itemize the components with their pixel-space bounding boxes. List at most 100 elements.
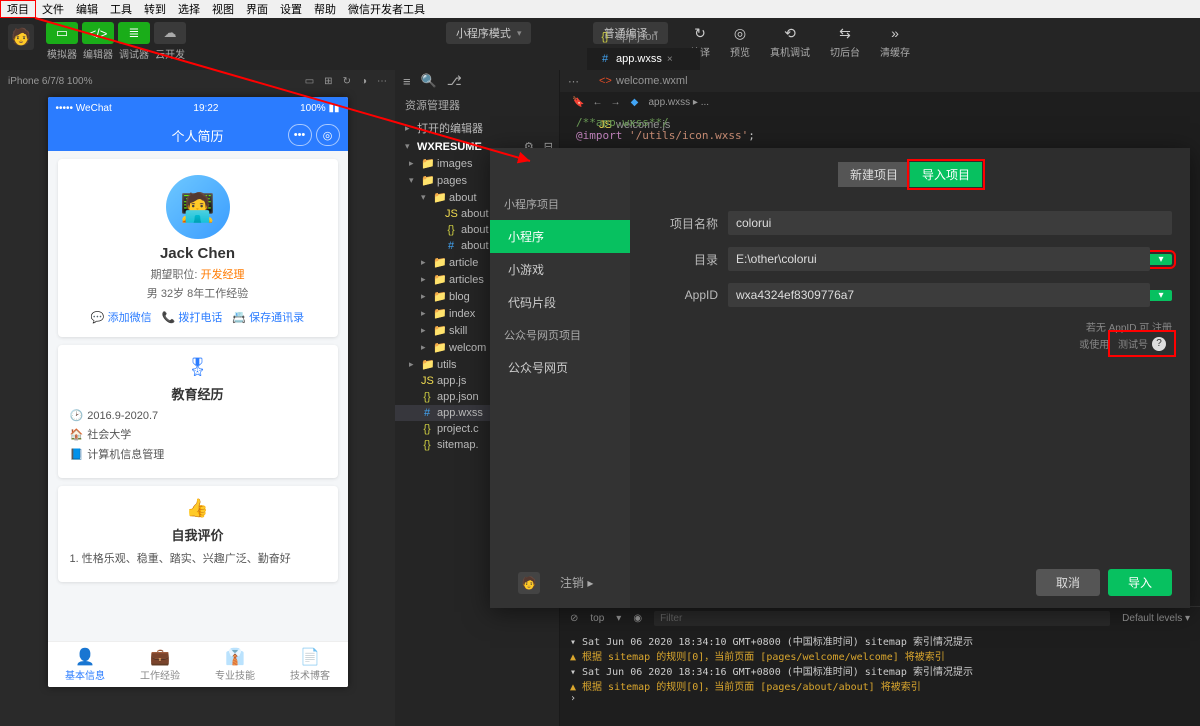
tab-bar: 👤基本信息 💼工作经验 👔专业技能 📄技术博客 [48, 641, 348, 687]
more-icon[interactable]: ⋯ [560, 75, 587, 88]
editor-tab[interactable]: #app.wxss× [587, 48, 700, 70]
clock-icon: 🕑 [70, 410, 84, 422]
medal-icon: 🎖 [70, 357, 326, 378]
menu-pill-icon[interactable]: ••• [288, 124, 312, 146]
add-wechat-link[interactable]: 💬 添加微信 [91, 309, 152, 325]
menu-edit[interactable]: 编辑 [70, 1, 104, 17]
console-log-line: ▾ Sat Jun 06 2020 18:34:10 GMT+0800 (中国标… [570, 633, 1190, 648]
logout-link[interactable]: 注销 ▸ [560, 574, 593, 591]
explorer-search-icon[interactable]: 🔍 [421, 73, 437, 89]
sim-icon[interactable]: ⋯ [377, 76, 387, 87]
toolbar-panels-group: ▭ </> ≣ ☁ 模拟器 编辑器 调试器 云开发 [46, 22, 186, 61]
simulator-label: 模拟器 [46, 46, 78, 61]
editor-tab[interactable]: <>welcome.wxml [587, 70, 700, 92]
avatar-image: 🧑‍💻 [166, 175, 230, 239]
menu-goto[interactable]: 转到 [138, 1, 172, 17]
user-avatar[interactable]: 🧑 [8, 24, 34, 50]
sidebar-item-minigame[interactable]: 小游戏 [490, 253, 630, 286]
remote-debug-button[interactable]: ⟲真机调试 [760, 22, 820, 59]
menu-wxdevtools[interactable]: 微信开发者工具 [342, 1, 431, 17]
explorer-menu-icon[interactable]: ≡ [403, 74, 411, 89]
editor-tabs: ⋯ {}app.json#app.wxss×<>welcome.wxml#wel… [560, 70, 1200, 92]
appid-label: AppID [648, 288, 718, 302]
tab-basic-info[interactable]: 👤基本信息 [48, 642, 123, 687]
sim-icon[interactable]: ◑ [361, 76, 367, 87]
device-selector[interactable]: iPhone 6/7/8 100% [8, 76, 93, 87]
page-title: 个人简历 [171, 126, 223, 145]
project-name-label: 项目名称 [648, 215, 718, 232]
sidebar-item-official-account[interactable]: 公众号网页 [490, 351, 630, 384]
preview-button[interactable]: ◎预览 [720, 22, 760, 59]
dialog-avatar: 🧑 [518, 572, 540, 594]
editor-label: 编辑器 [82, 46, 114, 61]
tab-work-exp[interactable]: 💼工作经验 [123, 642, 198, 687]
remote-icon: ⟲ [784, 22, 796, 44]
explorer-branch-icon[interactable]: ⎇ [447, 73, 462, 89]
phone-status-bar: ••••• WeChat 19:22 100% ▮▮ [48, 97, 348, 119]
console-log-line: ▾ Sat Jun 06 2020 18:34:16 GMT+0800 (中国标… [570, 663, 1190, 678]
mode-dropdown[interactable]: 小程序模式 [446, 22, 532, 44]
sidebar-item-snippet[interactable]: 代码片段 [490, 286, 630, 319]
import-project-dialog: 小程序项目 小程序 小游戏 代码片段 公众号网页项目 公众号网页 新建项目 导入… [490, 148, 1190, 608]
editor-toggle[interactable]: </> [82, 22, 114, 44]
help-icon[interactable]: ? [1152, 337, 1166, 351]
call-link[interactable]: 📞 拨打电话 [162, 309, 223, 325]
switch-icon: ⇆ [839, 22, 851, 44]
background-button[interactable]: ⇆切后台 [820, 22, 870, 59]
tab-skills[interactable]: 👔专业技能 [198, 642, 273, 687]
directory-label: 目录 [648, 251, 718, 268]
back-icon[interactable]: ← [592, 97, 602, 108]
simulator-toggle[interactable]: ▭ [46, 22, 78, 44]
console-panel: ⊘ top ▾ ◉ Filter Default levels ▾ ▾ Sat … [560, 606, 1200, 726]
console-clear-icon[interactable]: ⊘ [570, 613, 578, 624]
sim-icon[interactable]: ↻ [343, 76, 351, 87]
save-contact-link[interactable]: 📇 保存通讯录 [232, 309, 304, 325]
tab-new-project[interactable]: 新建项目 [838, 162, 910, 187]
close-icon[interactable]: × [667, 54, 673, 65]
use-test-appid-link[interactable]: 测试号? [1112, 334, 1172, 353]
menu-view[interactable]: 视图 [206, 1, 240, 17]
cancel-button[interactable]: 取消 [1036, 569, 1100, 596]
console-scope-dropdown[interactable]: top [590, 613, 604, 624]
clear-cache-button[interactable]: »清缓存 [870, 22, 920, 59]
tab-import-project[interactable]: 导入项目 [910, 162, 982, 187]
tab-blog[interactable]: 📄技术博客 [273, 642, 348, 687]
phone-nav-bar: 个人简历 •••◎ [48, 119, 348, 151]
directory-browse-button[interactable]: ▾ [1150, 254, 1172, 265]
breadcrumb[interactable]: app.wxss ▸ ... [648, 97, 709, 108]
menu-settings[interactable]: 设置 [274, 1, 308, 17]
console-eye-icon[interactable]: ◉ [633, 613, 642, 624]
appid-dropdown-button[interactable]: ▾ [1150, 290, 1172, 301]
eye-icon: ◎ [734, 22, 746, 44]
menu-help[interactable]: 帮助 [308, 1, 342, 17]
project-name-input[interactable]: colorui [728, 211, 1172, 235]
toolbar-actions: ↻编译 ◎预览 ⟲真机调试 ⇆切后台 »清缓存 [680, 22, 920, 59]
console-log-line: › [570, 693, 1190, 704]
cloud-dev-label: 云开发 [154, 46, 186, 61]
code-editor[interactable]: /**app.wxss**/ @import '/utils/icon.wxss… [560, 112, 1200, 146]
menu-select[interactable]: 选择 [172, 1, 206, 17]
console-filter-input[interactable]: Filter [654, 611, 1110, 626]
target-icon[interactable]: ◎ [316, 124, 340, 146]
clear-icon: » [891, 22, 899, 44]
menu-interface[interactable]: 界面 [240, 1, 274, 17]
tie-icon: 👔 [225, 647, 245, 667]
debugger-toggle[interactable]: ≣ [118, 22, 150, 44]
console-levels-dropdown[interactable]: Default levels ▾ [1122, 613, 1190, 624]
menu-project[interactable]: 项目 [0, 0, 36, 18]
sim-icon[interactable]: ▭ [305, 76, 314, 87]
menu-tool[interactable]: 工具 [104, 1, 138, 17]
sim-icon[interactable]: ⊞ [324, 76, 332, 87]
editor-tab[interactable]: {}app.json [587, 26, 700, 48]
directory-input[interactable]: E:\other\colorui [728, 247, 1150, 271]
forward-icon[interactable]: → [610, 97, 620, 108]
open-editors-section[interactable]: ▸打开的编辑器 [395, 118, 559, 138]
bookmark-icon[interactable]: 🔖 [572, 97, 584, 108]
sidebar-item-miniprogram[interactable]: 小程序 [490, 220, 630, 253]
debugger-label: 调试器 [118, 46, 150, 61]
cloud-dev-button[interactable]: ☁ [154, 22, 186, 44]
menu-file[interactable]: 文件 [36, 1, 70, 17]
appid-input[interactable]: wxa4324ef8309776a7 [728, 283, 1150, 307]
simulator-panel: iPhone 6/7/8 100% ▭ ⊞ ↻ ◑ ⋯ ••••• WeChat… [0, 70, 395, 726]
import-button[interactable]: 导入 [1108, 569, 1172, 596]
